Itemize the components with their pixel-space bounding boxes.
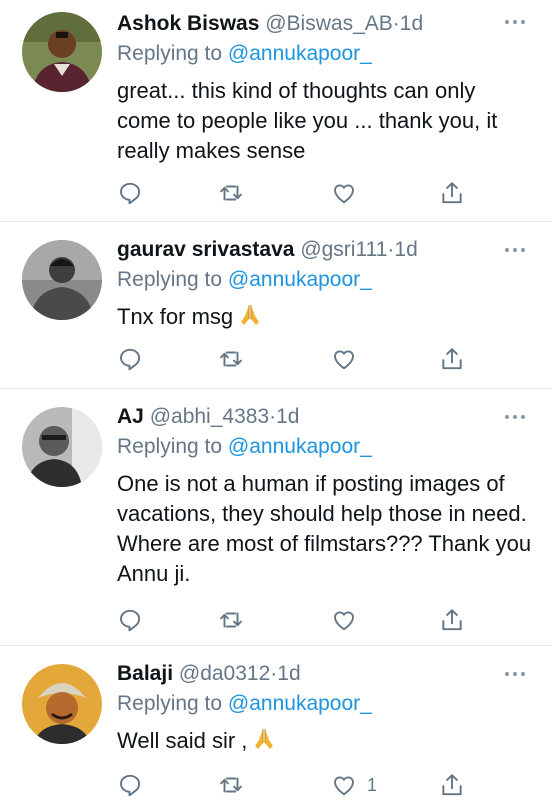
share-icon: [442, 609, 462, 631]
replying-to: Replying to @annukapoor_: [117, 690, 532, 718]
reply-tweet[interactable]: gaurav srivastava @gsri111·1d Replying t…: [0, 222, 552, 389]
tweet-header: Ashok Biswas @Biswas_AB·1d: [117, 10, 532, 38]
reply-icon: [120, 348, 141, 371]
avatar[interactable]: [22, 240, 102, 320]
retweet-icon: [220, 612, 242, 628]
like-button[interactable]: [331, 605, 367, 635]
heart-icon: [334, 776, 354, 796]
reply-tweet[interactable]: Balaji @da0312·1d Replying to @annukapoo…: [0, 646, 552, 800]
share-button[interactable]: [439, 605, 465, 635]
avatar[interactable]: [22, 664, 102, 744]
replying-to: Replying to @annukapoor_: [117, 40, 532, 68]
avatar[interactable]: [22, 407, 102, 487]
retweet-icon: [220, 351, 242, 367]
share-icon: [442, 774, 462, 796]
tweet-actions: [117, 178, 477, 208]
more-options-icon[interactable]: [500, 240, 530, 260]
reply-icon: [120, 774, 141, 797]
user-handle[interactable]: @da0312: [179, 662, 270, 685]
retweet-button[interactable]: [218, 770, 244, 800]
tweet-actions: 1: [117, 770, 477, 800]
tweet-text: Well said sir ,: [117, 728, 248, 753]
like-button[interactable]: [331, 178, 367, 208]
reply-button[interactable]: [117, 344, 143, 374]
user-handle[interactable]: @gsri111: [300, 238, 387, 261]
tweet-text: Tnx for msg: [117, 304, 234, 329]
heart-icon: [334, 611, 354, 631]
tweet-header: gaurav srivastava @gsri111·1d: [117, 236, 532, 264]
timestamp[interactable]: 1d: [276, 405, 299, 428]
mention-link[interactable]: @annukapoor_: [228, 42, 372, 65]
replying-prefix: Replying to: [117, 692, 228, 715]
share-icon: [442, 348, 462, 370]
reply-button[interactable]: [117, 178, 143, 208]
reply-button[interactable]: [117, 770, 143, 800]
user-handle[interactable]: @Biswas_AB: [265, 12, 393, 35]
share-button[interactable]: [439, 178, 465, 208]
heart-icon: [334, 350, 354, 370]
replying-prefix: Replying to: [117, 42, 228, 65]
more-options-icon[interactable]: [500, 664, 530, 684]
like-count: 1: [367, 774, 378, 795]
retweet-icon: [220, 185, 242, 201]
retweet-button[interactable]: [218, 178, 244, 208]
tweet-text-container: Well said sir ,: [117, 726, 532, 756]
like-button[interactable]: [331, 344, 367, 374]
tweet-text: great... this kind of thoughts can only …: [117, 78, 498, 163]
retweet-icon: [220, 777, 242, 793]
tweet-actions: [117, 605, 477, 635]
share-icon: [442, 182, 462, 204]
folded-hands-icon: [255, 729, 274, 749]
share-button[interactable]: [439, 770, 465, 800]
display-name[interactable]: gaurav srivastava: [117, 238, 294, 261]
reply-tweet[interactable]: AJ @abhi_4383·1d Replying to @annukapoor…: [0, 389, 552, 646]
reply-icon: [120, 182, 141, 205]
mention-link[interactable]: @annukapoor_: [228, 435, 372, 458]
more-options-icon[interactable]: [500, 12, 530, 32]
tweet-header: Balaji @da0312·1d: [117, 660, 532, 688]
display-name[interactable]: AJ: [117, 405, 144, 428]
reply-icon: [120, 609, 141, 632]
display-name[interactable]: Ashok Biswas: [117, 12, 259, 35]
tweet-actions: [117, 344, 477, 374]
timestamp[interactable]: 1d: [394, 238, 417, 261]
replying-to: Replying to @annukapoor_: [117, 266, 532, 294]
like-button[interactable]: 1: [331, 770, 377, 800]
replying-prefix: Replying to: [117, 435, 228, 458]
separator-dot: ·: [392, 12, 400, 35]
retweet-button[interactable]: [218, 605, 244, 635]
tweet-text: One is not a human if posting images of …: [117, 471, 532, 586]
share-button[interactable]: [439, 344, 465, 374]
avatar[interactable]: [22, 12, 102, 92]
retweet-button[interactable]: [218, 344, 244, 374]
timestamp[interactable]: 1d: [277, 662, 300, 685]
more-options-icon[interactable]: [500, 407, 530, 427]
timestamp[interactable]: 1d: [400, 12, 423, 35]
replying-prefix: Replying to: [117, 268, 228, 291]
mention-link[interactable]: @annukapoor_: [228, 268, 372, 291]
reply-button[interactable]: [117, 605, 143, 635]
mention-link[interactable]: @annukapoor_: [228, 692, 372, 715]
folded-hands-icon: [241, 305, 260, 325]
user-handle[interactable]: @abhi_4383: [150, 405, 269, 428]
reply-tweet[interactable]: Ashok Biswas @Biswas_AB·1d Replying to @…: [0, 0, 552, 222]
display-name[interactable]: Balaji: [117, 662, 173, 685]
replying-to: Replying to @annukapoor_: [117, 433, 532, 461]
tweet-text-container: Tnx for msg: [117, 302, 532, 332]
heart-icon: [334, 184, 354, 204]
tweet-header: AJ @abhi_4383·1d: [117, 403, 532, 431]
